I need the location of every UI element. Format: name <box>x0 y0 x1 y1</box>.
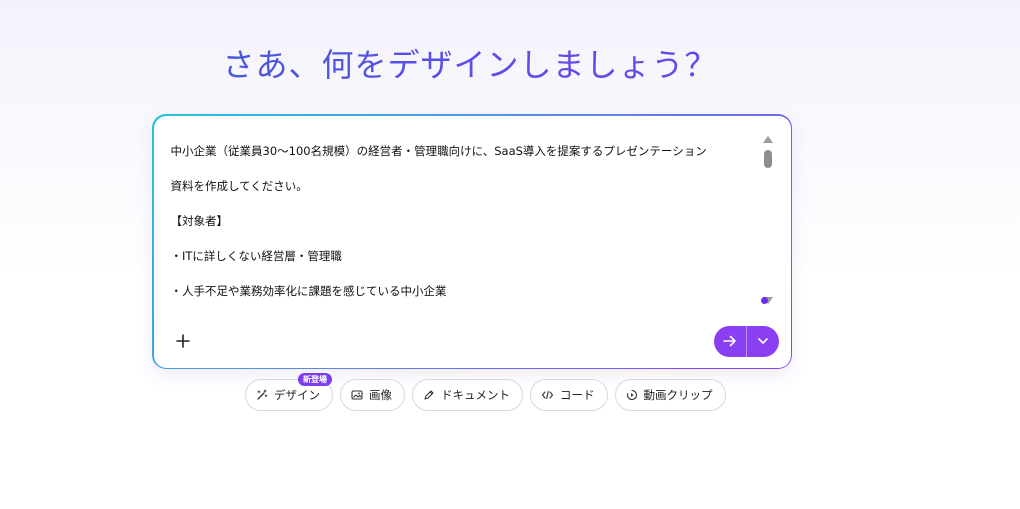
scroll-up-arrow-icon[interactable] <box>762 135 773 143</box>
scroll-indicator-dot <box>760 296 768 304</box>
chip-video-clip[interactable]: 動画クリップ <box>614 379 726 411</box>
prompt-scrollbar[interactable] <box>760 135 773 304</box>
prompt-inner: 中小企業（従業員30〜100名規模）の経営者・管理職向けに、SaaS導入を提案す… <box>153 115 791 368</box>
chip-label: コード <box>560 388 595 402</box>
image-icon <box>351 390 363 400</box>
send-options-button[interactable] <box>747 326 779 357</box>
chip-label: 動画クリップ <box>643 388 713 402</box>
chip-image[interactable]: 画像 <box>340 379 405 411</box>
pen-icon <box>424 390 434 400</box>
page-headline: さあ、何をデザインしましょう？ <box>0 40 940 86</box>
code-icon <box>541 390 554 400</box>
prompt-textarea[interactable]: 中小企業（従業員30〜100名規模）の経営者・管理職向けに、SaaS導入を提案す… <box>171 134 761 314</box>
plus-icon <box>175 333 190 348</box>
chip-label: ドキュメント <box>441 388 510 402</box>
new-badge: 新登場 <box>298 373 332 386</box>
add-attachment-button[interactable] <box>172 330 194 352</box>
chip-label: 画像 <box>369 388 392 402</box>
chevron-down-icon <box>757 338 768 344</box>
prompt-box: 中小企業（従業員30〜100名規模）の経営者・管理職向けに、SaaS導入を提案す… <box>152 114 792 369</box>
chip-label: デザイン <box>274 388 320 402</box>
magic-wand-icon <box>257 389 268 400</box>
video-clip-icon <box>626 389 637 401</box>
arrow-right-icon <box>722 335 736 347</box>
chip-design[interactable]: 新登場 デザイン <box>245 373 333 411</box>
chip-code[interactable]: コード <box>530 379 608 411</box>
send-button[interactable] <box>714 325 747 357</box>
mode-chips: 新登場 デザイン 画像 ドキュメント コード 動画クリップ <box>245 373 726 411</box>
chip-document[interactable]: ドキュメント <box>412 379 523 411</box>
send-button-group <box>713 325 779 357</box>
scroll-thumb[interactable] <box>763 149 772 168</box>
